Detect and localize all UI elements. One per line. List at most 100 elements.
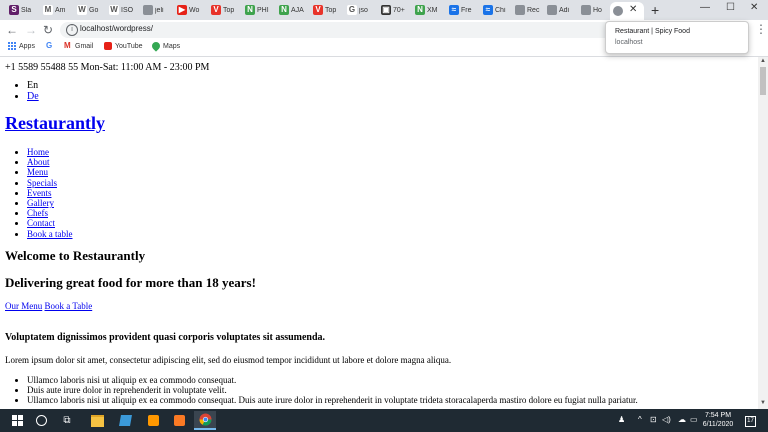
- page-scrollbar[interactable]: ▲ ▼: [758, 57, 768, 409]
- browser-tab[interactable]: V Top: [208, 2, 240, 18]
- about-text: Lorem ipsum dolor sit amet, consectetur …: [5, 355, 452, 365]
- start-button[interactable]: [6, 411, 28, 430]
- site-logo-link[interactable]: Restaurantly: [5, 113, 105, 133]
- minimize-icon[interactable]: —: [700, 2, 710, 13]
- nav-item[interactable]: Home: [27, 147, 73, 157]
- keyboard-icon[interactable]: ▭: [690, 415, 698, 424]
- browser-tab[interactable]: N XM: [412, 2, 444, 18]
- our-menu-button[interactable]: Our Menu: [5, 301, 42, 311]
- contact-info: +1 5589 55488 55 Mon-Sat: 11:00 AM - 23:…: [5, 62, 210, 73]
- maximize-icon[interactable]: ☐: [726, 2, 735, 13]
- book-table-button[interactable]: Book a Table: [45, 301, 93, 311]
- network-icon[interactable]: ⊡: [650, 415, 657, 424]
- reload-icon[interactable]: ↻: [43, 23, 53, 37]
- browser-tab[interactable]: Rec: [512, 2, 544, 18]
- site-info-icon[interactable]: i: [66, 24, 78, 36]
- tab-favicon-icon: ▶: [177, 5, 187, 15]
- task-view-button[interactable]: ⧉: [56, 411, 78, 430]
- about-list: Ullamco laboris nisi ut aliquip ex ea co…: [27, 375, 638, 406]
- tab-title: Top: [223, 6, 235, 14]
- bookmark-google[interactable]: G: [46, 42, 54, 50]
- nav-item[interactable]: Specials: [27, 178, 73, 188]
- nav-item[interactable]: Book a table: [27, 229, 73, 239]
- bookmark-gmail[interactable]: M Gmail: [64, 42, 93, 50]
- apps-grid-icon: [8, 42, 16, 50]
- search-button[interactable]: [30, 411, 52, 430]
- browser-tab[interactable]: ≈ Chi: [480, 2, 512, 18]
- people-icon[interactable]: ♟: [618, 415, 625, 424]
- nav-item[interactable]: About: [27, 157, 73, 167]
- taskbar-sublime[interactable]: [142, 411, 164, 430]
- browser-tab[interactable]: W ISO: [106, 2, 138, 18]
- new-tab-button[interactable]: +: [651, 2, 659, 18]
- taskbar-chrome[interactable]: [194, 411, 216, 430]
- nav-item[interactable]: Contact: [27, 218, 73, 228]
- language-link[interactable]: De: [27, 91, 39, 102]
- windows-taskbar: ⧉ ♟ ^ ⊡ ◁) ☁ ▭ 7:54 PM 6/11/2020 17: [0, 409, 768, 432]
- tab-close-icon[interactable]: ✕: [629, 4, 637, 15]
- scroll-up-arrow-icon[interactable]: ▲: [760, 58, 766, 64]
- nav-item[interactable]: Gallery: [27, 198, 73, 208]
- tab-favicon-icon: ≈: [483, 5, 493, 15]
- browser-tab[interactable]: N PHI: [242, 2, 274, 18]
- browser-tab-active[interactable]: [610, 2, 644, 20]
- browser-tab[interactable]: S Sla: [6, 2, 38, 18]
- scroll-down-arrow-icon[interactable]: ▼: [760, 400, 766, 406]
- browser-tab[interactable]: N AJA: [276, 2, 308, 18]
- taskbar-file-explorer[interactable]: [86, 411, 108, 430]
- show-hidden-icons-chevron[interactable]: ^: [638, 415, 642, 424]
- browser-tab[interactable]: jeli: [140, 2, 172, 18]
- volume-icon[interactable]: ◁): [662, 415, 671, 424]
- nav-link-specials[interactable]: Specials: [27, 178, 57, 188]
- bookmark-youtube[interactable]: YouTube: [104, 42, 143, 50]
- tooltip-title: Restaurant | Spicy Food: [615, 28, 690, 35]
- language-item-de[interactable]: De: [27, 91, 39, 102]
- tab-favicon-icon: N: [415, 5, 425, 15]
- browser-tab[interactable]: M Am: [40, 2, 72, 18]
- browser-tab[interactable]: ▣ 70+: [378, 2, 410, 18]
- back-arrow-icon[interactable]: ←: [6, 23, 18, 37]
- close-window-icon[interactable]: ✕: [750, 2, 758, 13]
- browser-tab[interactable]: ≈ Fre: [446, 2, 478, 18]
- bookmark-label: YouTube: [115, 42, 143, 50]
- browser-tab[interactable]: W Go: [74, 2, 106, 18]
- nav-link-events[interactable]: Events: [27, 188, 52, 198]
- browser-menu-icon[interactable]: ⋮: [755, 22, 767, 36]
- onedrive-cloud-icon[interactable]: ☁: [678, 415, 686, 424]
- sublime-icon: [147, 415, 159, 426]
- nav-link-chefs[interactable]: Chefs: [27, 208, 48, 218]
- browser-tab[interactable]: Ho: [578, 2, 610, 18]
- browser-tab[interactable]: V Top: [310, 2, 342, 18]
- folder-icon: [90, 414, 104, 427]
- tab-title: jso: [359, 6, 368, 14]
- tab-title: Adi: [559, 6, 570, 14]
- tab-favicon-icon: ▣: [381, 5, 391, 15]
- taskbar-app-editor[interactable]: [114, 411, 136, 430]
- nav-link-menu[interactable]: Menu: [27, 167, 48, 177]
- tab-favicon-icon: V: [211, 5, 221, 15]
- address-bar[interactable]: i localhost/wordpress/: [60, 22, 620, 38]
- browser-tab[interactable]: Gjso: [344, 2, 376, 18]
- site-logo[interactable]: Restaurantly: [5, 113, 105, 134]
- nav-link-contact[interactable]: Contact: [27, 218, 55, 228]
- browser-tab[interactable]: Adi: [544, 2, 576, 18]
- nav-item[interactable]: Events: [27, 188, 73, 198]
- nav-link-book-a-table[interactable]: Book a table: [27, 229, 73, 239]
- bookmark-apps[interactable]: Apps: [8, 42, 35, 50]
- system-clock[interactable]: 7:54 PM 6/11/2020: [700, 411, 736, 429]
- windows-logo-icon: [11, 415, 23, 426]
- url-text[interactable]: localhost/wordpress/: [80, 24, 153, 33]
- nav-link-home[interactable]: Home: [27, 147, 49, 157]
- scrollbar-thumb[interactable]: [760, 67, 766, 95]
- tab-title: Go: [89, 6, 99, 14]
- action-center-icon[interactable]: 17: [745, 416, 756, 427]
- clock-date: 6/11/2020: [702, 421, 734, 428]
- nav-item[interactable]: Chefs: [27, 208, 73, 218]
- bookmark-maps[interactable]: Maps: [150, 40, 180, 52]
- forward-arrow-icon[interactable]: →: [25, 23, 37, 37]
- nav-item[interactable]: Menu: [27, 167, 73, 177]
- nav-link-about[interactable]: About: [27, 157, 50, 167]
- browser-tab[interactable]: ▶ Wo: [174, 2, 206, 18]
- nav-link-gallery[interactable]: Gallery: [27, 198, 54, 208]
- taskbar-xampp[interactable]: [168, 411, 190, 430]
